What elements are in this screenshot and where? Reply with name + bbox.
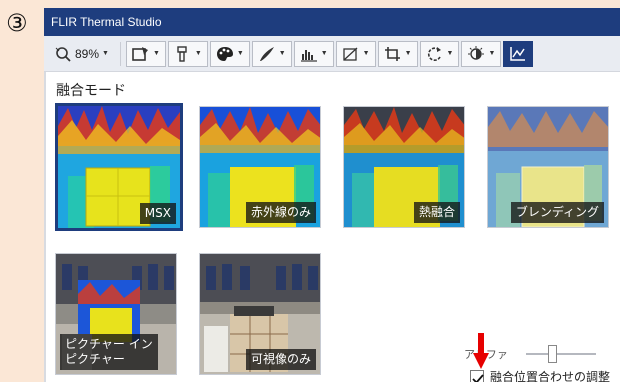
fusion-mode-label: MSX (139, 203, 176, 224)
alignment-checkbox[interactable] (470, 369, 484, 382)
alpha-slider[interactable] (526, 345, 596, 363)
checkmark-icon (472, 373, 484, 382)
panel-title: 融合モード (56, 83, 126, 99)
chevron-down-icon: ▼ (446, 50, 454, 57)
window-title: FLIR Thermal Studio (51, 15, 162, 29)
measure-tool-icon (177, 45, 187, 62)
zoom-icon (55, 46, 71, 62)
fusion-mode-label: 可視像のみ (245, 349, 316, 370)
alignment-checkbox-label: 融合位置合わせの調整 (490, 370, 611, 382)
zoom-level: 89% (75, 46, 100, 61)
crop-icon (384, 46, 400, 61)
fusion-mode-thermal-fusion[interactable]: 熱融合 (343, 106, 465, 228)
palette-icon (216, 46, 233, 61)
fusion-mode-panel: 融合モード MSX 赤外線のみ 熱融合 ブレンディング ピクチャー イン ピクチ… (44, 72, 620, 382)
fusion-mode-label: 熱融合 (413, 202, 460, 223)
chevron-down-icon: ▼ (278, 50, 286, 57)
chevron-down-icon: ▼ (362, 50, 370, 57)
alpha-slider-handle[interactable] (548, 345, 557, 363)
chevron-down-icon: ▼ (194, 50, 202, 57)
zoom-button[interactable]: 89% ▼ (48, 41, 115, 67)
fusion-mode-msx[interactable]: MSX (55, 103, 183, 231)
palette-button[interactable]: ▼ (209, 40, 250, 67)
measure-tool-button[interactable]: ▼ (167, 40, 208, 67)
transform-icon (343, 47, 358, 61)
app-window: FLIR Thermal Studio 89% ▼ ▼ ▼ ▼ ▼ ▼ ▼ ▼ … (44, 8, 620, 382)
rotate-button[interactable]: ▼ (419, 40, 460, 67)
annotation-button[interactable]: ▼ (251, 40, 292, 67)
fusion-mode-picture-in-picture[interactable]: ピクチャー イン ピクチャー (55, 253, 177, 375)
chevron-down-icon: ▼ (488, 50, 496, 57)
chevron-down-icon: ▼ (102, 50, 109, 57)
fusion-mode-visible-only[interactable]: 可視像のみ (199, 253, 321, 375)
chart-icon (510, 46, 526, 61)
crop-button[interactable]: ▼ (377, 40, 418, 67)
image-mode-button[interactable]: ▼ (125, 40, 166, 67)
chevron-down-icon: ▼ (404, 50, 412, 57)
fusion-mode-label: ブレンディング (510, 202, 604, 223)
red-arrow-annotation-icon (473, 333, 489, 369)
toolbar: 89% ▼ ▼ ▼ ▼ ▼ ▼ ▼ ▼ ▼ ▼ (44, 36, 620, 72)
title-bar: FLIR Thermal Studio (44, 8, 620, 36)
image-mode-icon (132, 46, 148, 61)
toolbar-separator (119, 41, 121, 66)
alignment-checkbox-row[interactable]: 融合位置合わせの調整 (470, 368, 610, 382)
fusion-mode-label: ピクチャー イン ピクチャー (60, 334, 158, 370)
chevron-down-icon: ▼ (320, 50, 328, 57)
fusion-icon (468, 45, 485, 60)
fusion-button[interactable]: ▼ (461, 40, 502, 67)
chevron-down-icon: ▼ (236, 50, 244, 57)
fusion-mode-label: 赤外線のみ (245, 202, 316, 223)
fusion-mode-ir-only[interactable]: 赤外線のみ (199, 106, 321, 228)
fusion-mode-blending[interactable]: ブレンディング (487, 106, 609, 228)
transform-button[interactable]: ▼ (335, 40, 376, 67)
chart-button[interactable] (503, 40, 534, 67)
scale-button[interactable]: ▼ (293, 40, 334, 67)
chevron-down-icon: ▼ (152, 50, 160, 57)
pen-icon (259, 46, 274, 61)
rotate-icon (427, 46, 441, 61)
step-number-marker: ③ (6, 9, 28, 37)
histogram-icon (300, 49, 317, 62)
